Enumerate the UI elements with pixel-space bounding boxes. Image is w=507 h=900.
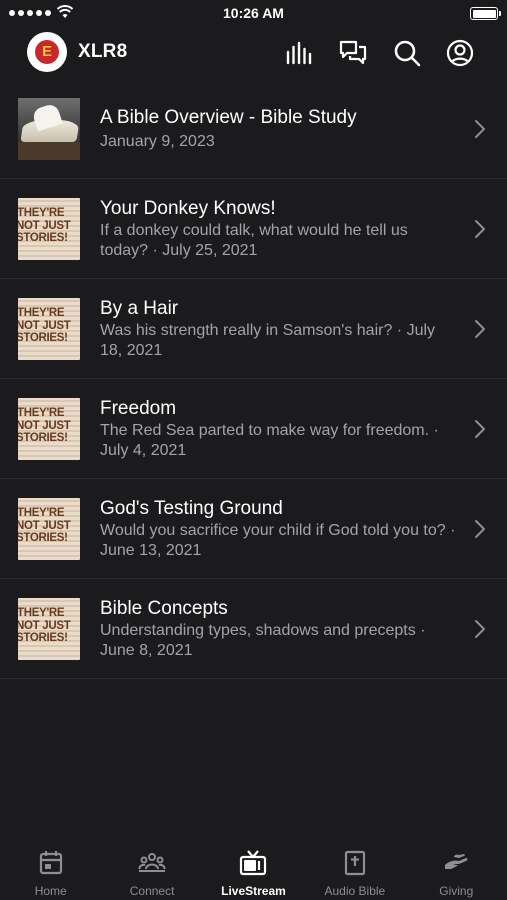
item-subtitle: Was his strength really in Samson's hair… xyxy=(100,322,436,359)
item-title: Bible Concepts xyxy=(100,598,228,619)
search-icon[interactable] xyxy=(392,38,422,68)
item-title: A Bible Overview - Bible Study xyxy=(100,107,357,128)
tab-label: Home xyxy=(34,884,67,898)
bible-icon xyxy=(341,849,369,877)
tab-label: Connect xyxy=(129,884,175,898)
item-title: By a Hair xyxy=(100,298,179,319)
tab-giving[interactable]: Giving xyxy=(406,840,507,900)
chevron-right-icon xyxy=(475,620,485,638)
group-icon xyxy=(138,849,166,877)
logo-letter: E xyxy=(35,40,59,64)
battery-icon xyxy=(470,7,501,20)
app-header: E XLR8 xyxy=(0,26,507,86)
tv-icon xyxy=(239,849,267,877)
not-just-stories-thumbnail: THEY'RE NOT JUST STORIES! xyxy=(18,598,80,660)
item-subtitle: January 9, 2023 xyxy=(100,133,215,150)
chat-icon[interactable] xyxy=(338,38,368,68)
tab-audio-bible[interactable]: Audio Bible xyxy=(304,840,405,900)
equalizer-icon[interactable] xyxy=(284,38,314,68)
not-just-stories-thumbnail: THEY'RE NOT JUST STORIES! xyxy=(18,498,80,560)
profile-icon[interactable] xyxy=(445,38,475,68)
tab-home[interactable]: Home xyxy=(0,840,101,900)
chevron-right-icon xyxy=(475,220,485,238)
item-subtitle: Understanding types, shadows and precept… xyxy=(100,622,426,659)
not-just-stories-thumbnail: THEY'RE NOT JUST STORIES! xyxy=(18,298,80,360)
chevron-right-icon xyxy=(475,520,485,538)
calendar-icon xyxy=(37,849,65,877)
tab-bar: Home Connect LiveStream Audio Bible Givi… xyxy=(0,840,507,900)
app-title: XLR8 xyxy=(78,41,128,62)
list-item[interactable]: THEY'RE NOT JUST STORIES! Your Donkey Know… xyxy=(0,179,507,279)
status-time: 10:26 AM xyxy=(223,5,284,21)
list-item[interactable]: A Bible Overview - Bible Study January 9… xyxy=(0,80,507,179)
tab-label: Giving xyxy=(439,884,474,898)
item-subtitle: Would you sacrifice your child if God to… xyxy=(100,522,456,559)
item-subtitle: If a donkey could talk, what would he te… xyxy=(100,222,408,259)
tab-label: Audio Bible xyxy=(324,884,386,898)
tab-label: LiveStream xyxy=(221,884,286,898)
item-title: Your Donkey Knows! xyxy=(100,198,276,219)
list-item[interactable]: THEY'RE NOT JUST STORIES! By a Hair Was hi… xyxy=(0,279,507,379)
chevron-right-icon xyxy=(475,320,485,338)
item-title: God's Testing Ground xyxy=(100,498,283,519)
tab-connect[interactable]: Connect xyxy=(101,840,202,900)
app-logo[interactable]: E xyxy=(27,32,67,72)
list-item[interactable]: THEY'RE NOT JUST STORIES! Freedom The Red … xyxy=(0,379,507,479)
livestream-list: A Bible Overview - Bible Study January 9… xyxy=(0,80,507,679)
bible-thumbnail xyxy=(18,98,80,160)
chevron-right-icon xyxy=(475,420,485,438)
giving-hand-icon xyxy=(442,849,470,877)
item-title: Freedom xyxy=(100,398,177,419)
chevron-right-icon xyxy=(475,120,485,138)
tab-livestream[interactable]: LiveStream xyxy=(203,840,304,900)
list-item[interactable]: THEY'RE NOT JUST STORIES! Bible Concepts U… xyxy=(0,579,507,679)
not-just-stories-thumbnail: THEY'RE NOT JUST STORIES! xyxy=(18,198,80,260)
item-subtitle: The Red Sea parted to make way for freed… xyxy=(100,422,439,459)
not-just-stories-thumbnail: THEY'RE NOT JUST STORIES! xyxy=(18,398,80,460)
list-item[interactable]: THEY'RE NOT JUST STORIES! God's Testing Gr… xyxy=(0,479,507,579)
status-bar: 10:26 AM xyxy=(0,0,507,26)
